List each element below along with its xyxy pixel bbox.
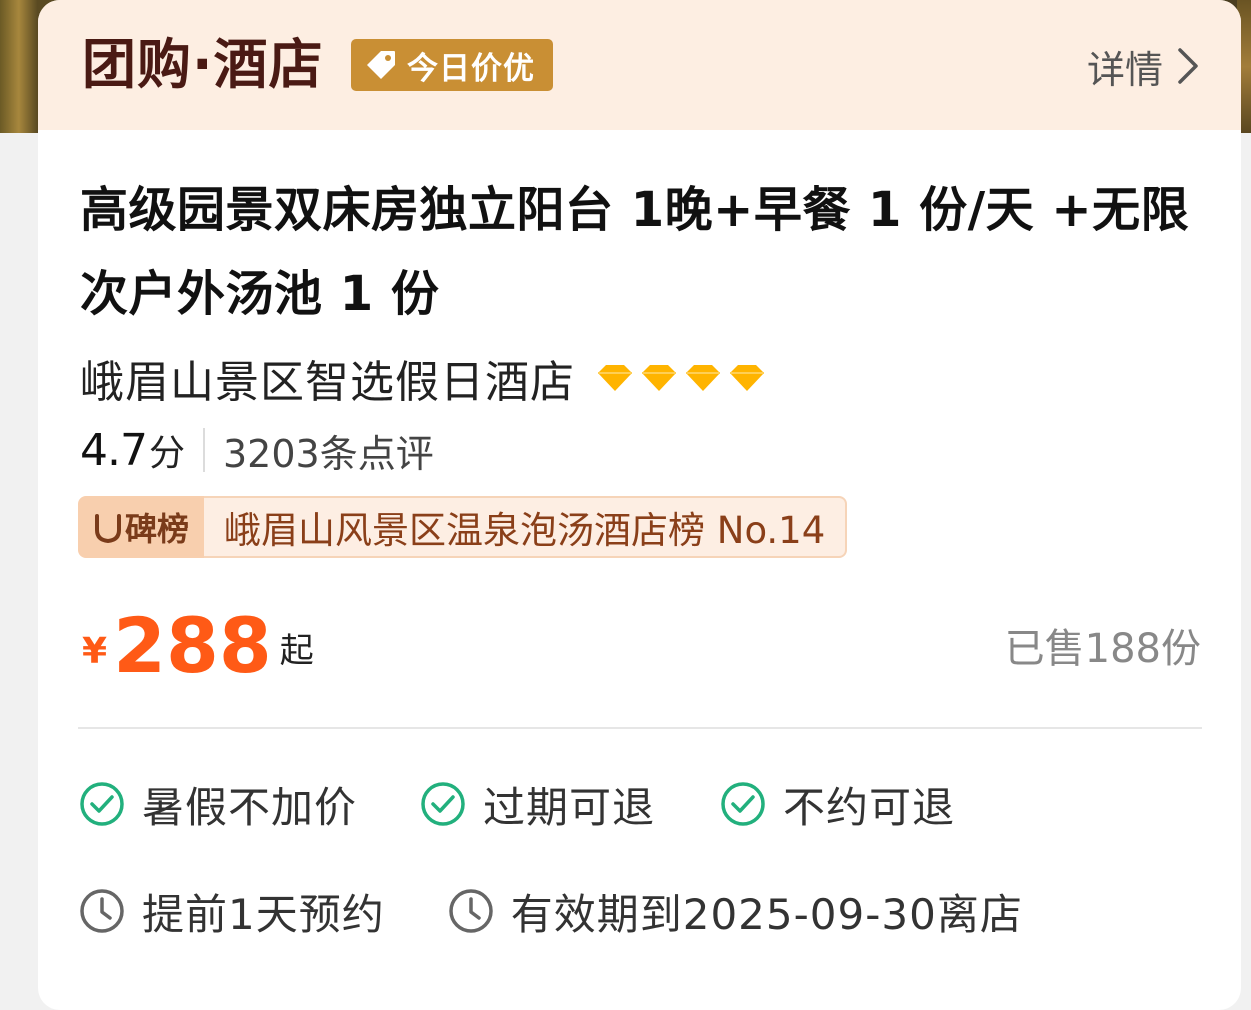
benefit-label: 过期可退 [483,782,656,832]
diamond-icon [598,365,632,391]
benefit-item: 暑假不加价 [78,774,357,835]
hotel-info-row: 峨眉山景区智选假日酒店 [80,346,765,410]
benefits-row: 暑假不加价 过期可退 不约可退 [78,774,955,834]
hotel-name[interactable]: 峨眉山景区智选假日酒店 [80,346,575,410]
clock-icon [447,887,495,935]
rank-brand-label: 碑榜 [124,510,189,548]
card-header: 团购·酒店 今日价优 详情 [38,0,1241,130]
rating-row[interactable]: 4.7 分 3203条点评 [80,420,434,480]
benefit-item: 过期可退 [419,774,655,835]
benefit-label: 暑假不加价 [142,782,358,832]
rule-item: 提前1天预约 [78,881,385,942]
hotel-deal-card[interactable]: 团购·酒店 今日价优 详情 高级园景双床房独立阳台 1晚+早餐 1 份/天 +无… [38,0,1241,1010]
price-row: ¥ 288 起 [82,596,314,686]
rule-label: 提前1天预约 [142,889,385,939]
details-label: 详情 [1086,47,1163,92]
review-count[interactable]: 3203条点评 [223,423,434,478]
price-value: 288 [113,601,272,690]
tag-icon [361,39,401,91]
rank-text: 峨眉山风景区温泉泡汤酒店榜 No.14 [204,496,848,558]
diamond-icon [686,365,720,391]
check-circle-icon [78,780,126,828]
rank-brand-tag: 碑榜 [78,496,204,558]
clock-icon [78,887,126,935]
rule-item: 有效期到2025-09-30离店 [447,881,1023,942]
hotel-star-rating [597,363,765,393]
today-deal-badge: 今日价优 [351,39,553,91]
package-title: 高级园景双床房独立阳台 1晚+早餐 1 份/天 +无限次户外汤池 1 份 [80,182,1190,322]
check-circle-icon [419,780,467,828]
benefit-label: 不约可退 [783,782,956,832]
sold-count: 已售188份 [1004,626,1201,672]
shield-icon [94,514,121,544]
benefit-item: 不约可退 [719,774,955,835]
check-circle-icon [719,780,767,828]
currency-symbol: ¥ [82,631,108,672]
rating-score: 4.7 [80,424,148,476]
rule-label: 有效期到2025-09-30离店 [510,889,1023,939]
details-link[interactable]: 详情 [1087,40,1201,92]
price-suffix: 起 [279,631,314,671]
divider [78,727,1202,729]
chevron-right-icon [1177,46,1201,86]
rating-score-unit: 分 [148,433,185,474]
booking-rules-row: 提前1天预约 有效期到2025-09-30离店 [78,881,1023,941]
ranking-badge[interactable]: 碑榜 峨眉山风景区温泉泡汤酒店榜 No.14 [78,496,848,558]
group-buy-hotel-logo: 团购·酒店 [82,33,324,96]
rating-divider [203,428,205,472]
diamond-icon [642,365,676,391]
deal-badge-label: 今日价优 [407,50,535,87]
diamond-icon [730,365,764,391]
